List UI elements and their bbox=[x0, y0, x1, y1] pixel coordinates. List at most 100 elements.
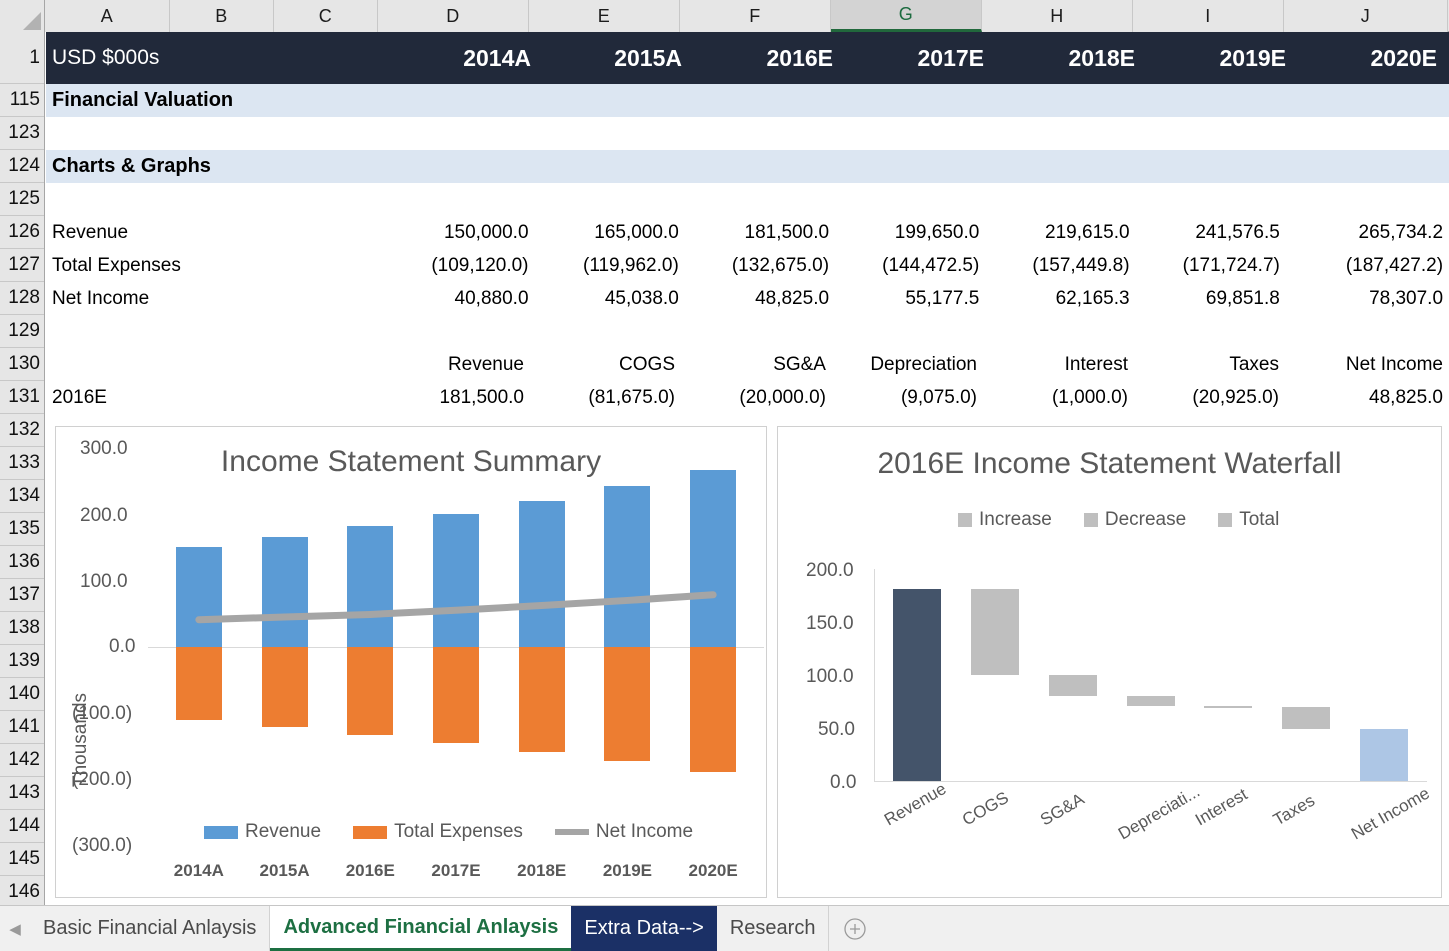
is-cell-2-6[interactable]: 78,307.0 bbox=[1286, 282, 1449, 315]
legend-item-revenue[interactable]: Revenue bbox=[204, 821, 321, 843]
legend-item-total[interactable]: Total bbox=[1218, 509, 1279, 531]
waterfall-bar-taxes[interactable] bbox=[1282, 707, 1331, 730]
legend-item-increase[interactable]: Increase bbox=[958, 509, 1052, 531]
row-header-126[interactable]: 126 bbox=[0, 216, 44, 249]
waterfall-bar-depreciati[interactable] bbox=[1126, 696, 1175, 706]
sheet-tab-basic-financial-anlaysis[interactable]: Basic Financial Anlaysis bbox=[30, 906, 271, 951]
wf-value-4[interactable]: (1,000.0) bbox=[983, 381, 1134, 414]
add-sheet-button[interactable] bbox=[829, 906, 881, 951]
row-header-130[interactable]: 130 bbox=[0, 348, 44, 381]
column-header-f[interactable]: F bbox=[680, 0, 831, 32]
column-header-c[interactable]: C bbox=[274, 0, 378, 32]
wf-value-0[interactable]: 181,500.0 bbox=[379, 381, 530, 414]
sheet-tab-extra-data[interactable]: Extra Data--> bbox=[571, 906, 717, 951]
row-header-1[interactable]: 1 bbox=[0, 32, 44, 84]
wf-header-4[interactable]: Interest bbox=[983, 348, 1134, 381]
wf-value-3[interactable]: (9,075.0) bbox=[832, 381, 983, 414]
row-header-125[interactable]: 125 bbox=[0, 183, 44, 216]
column-header-d[interactable]: D bbox=[378, 0, 529, 32]
column-header-b[interactable]: B bbox=[170, 0, 274, 32]
row-header-141[interactable]: 141 bbox=[0, 711, 44, 744]
is-row-label-2[interactable]: Net Income bbox=[46, 282, 384, 315]
wf-header-2[interactable]: SG&A bbox=[681, 348, 832, 381]
row-header-128[interactable]: 128 bbox=[0, 282, 44, 315]
is-cell-0-1[interactable]: 165,000.0 bbox=[535, 216, 685, 249]
cell-g1-year[interactable]: 2017E bbox=[839, 32, 990, 84]
row-header-140[interactable]: 140 bbox=[0, 678, 44, 711]
is-cell-0-3[interactable]: 199,650.0 bbox=[835, 216, 985, 249]
wf-value-1[interactable]: (81,675.0) bbox=[530, 381, 681, 414]
chart-income-statement-summary[interactable]: Income Statement Summary 300.0 200.0 100… bbox=[55, 426, 767, 898]
row-header-138[interactable]: 138 bbox=[0, 612, 44, 645]
column-header-i[interactable]: I bbox=[1133, 0, 1284, 32]
is-cell-0-6[interactable]: 265,734.2 bbox=[1286, 216, 1449, 249]
column-header-g[interactable]: G bbox=[831, 0, 982, 32]
wf-value-2[interactable]: (20,000.0) bbox=[681, 381, 832, 414]
chart-income-statement-waterfall[interactable]: 2016E Income Statement Waterfall Increas… bbox=[777, 426, 1442, 898]
cell-a1-unit-label[interactable]: USD $000s bbox=[46, 32, 386, 84]
legend-item-total-expenses[interactable]: Total Expenses bbox=[353, 821, 523, 843]
row-header-145[interactable]: 145 bbox=[0, 843, 44, 876]
cell-i1-year[interactable]: 2019E bbox=[1141, 32, 1292, 84]
column-header-a[interactable]: A bbox=[45, 0, 170, 32]
row-header-139[interactable]: 139 bbox=[0, 645, 44, 678]
wf-value-5[interactable]: (20,925.0) bbox=[1134, 381, 1285, 414]
is-cell-1-4[interactable]: (157,449.8) bbox=[985, 249, 1135, 282]
is-cell-2-4[interactable]: 62,165.3 bbox=[985, 282, 1135, 315]
is-cell-2-0[interactable]: 40,880.0 bbox=[384, 282, 534, 315]
select-all-corner[interactable] bbox=[0, 0, 45, 32]
is-cell-2-1[interactable]: 45,038.0 bbox=[535, 282, 685, 315]
cell-a130-blank[interactable] bbox=[46, 348, 379, 381]
wf-header-3[interactable]: Depreciation bbox=[832, 348, 983, 381]
cell-a129-blank[interactable] bbox=[46, 315, 1449, 348]
is-cell-1-2[interactable]: (132,675.0) bbox=[685, 249, 835, 282]
tab-scroll-left-icon[interactable]: ◀ bbox=[0, 906, 30, 951]
cell-a124-section-title[interactable]: Charts & Graphs bbox=[46, 150, 1449, 183]
row-header-123[interactable]: 123 bbox=[0, 117, 44, 150]
cell-a125-blank[interactable] bbox=[46, 183, 1449, 216]
is-cell-1-6[interactable]: (187,427.2) bbox=[1286, 249, 1449, 282]
cell-d1-year[interactable]: 2014A bbox=[386, 32, 537, 84]
is-cell-0-2[interactable]: 181,500.0 bbox=[685, 216, 835, 249]
cell-j1-year[interactable]: 2020E bbox=[1292, 32, 1443, 84]
column-header-e[interactable]: E bbox=[529, 0, 680, 32]
row-header-135[interactable]: 135 bbox=[0, 513, 44, 546]
is-row-label-0[interactable]: Revenue bbox=[46, 216, 384, 249]
legend-item-decrease[interactable]: Decrease bbox=[1083, 509, 1186, 531]
legend-item-net-income[interactable]: Net Income bbox=[554, 821, 693, 843]
sheet-tab-advanced-financial-anlaysis[interactable]: Advanced Financial Anlaysis bbox=[270, 906, 572, 951]
wf-header-5[interactable]: Taxes bbox=[1134, 348, 1285, 381]
row-header-124[interactable]: 124 bbox=[0, 150, 44, 183]
row-header-127[interactable]: 127 bbox=[0, 249, 44, 282]
row-header-129[interactable]: 129 bbox=[0, 315, 44, 348]
waterfall-bar-cogs[interactable] bbox=[970, 588, 1019, 676]
is-cell-0-5[interactable]: 241,576.5 bbox=[1136, 216, 1286, 249]
is-row-label-1[interactable]: Total Expenses bbox=[46, 249, 384, 282]
cell-a123-blank[interactable] bbox=[46, 117, 1449, 150]
waterfall-bar-revenue[interactable] bbox=[892, 588, 941, 781]
row-header-136[interactable]: 136 bbox=[0, 546, 44, 579]
is-cell-1-0[interactable]: (109,120.0) bbox=[384, 249, 534, 282]
row-header-134[interactable]: 134 bbox=[0, 480, 44, 513]
row-header-144[interactable]: 144 bbox=[0, 810, 44, 843]
sheet-tab-research[interactable]: Research bbox=[716, 906, 830, 951]
cell-h1-year[interactable]: 2018E bbox=[990, 32, 1141, 84]
waterfall-bar-netincome[interactable] bbox=[1360, 729, 1409, 781]
wf-value-6[interactable]: 48,825.0 bbox=[1285, 381, 1449, 414]
column-header-j[interactable]: J bbox=[1284, 0, 1448, 32]
is-cell-0-4[interactable]: 219,615.0 bbox=[985, 216, 1135, 249]
row-header-132[interactable]: 132 bbox=[0, 414, 44, 447]
is-cell-2-3[interactable]: 55,177.5 bbox=[835, 282, 985, 315]
row-header-137[interactable]: 137 bbox=[0, 579, 44, 612]
row-header-142[interactable]: 142 bbox=[0, 744, 44, 777]
row-header-133[interactable]: 133 bbox=[0, 447, 44, 480]
wf-header-6[interactable]: Net Income bbox=[1285, 348, 1449, 381]
wf-header-1[interactable]: COGS bbox=[530, 348, 681, 381]
cell-a115-section-title[interactable]: Financial Valuation bbox=[46, 84, 1449, 117]
cell-f1-year[interactable]: 2016E bbox=[688, 32, 839, 84]
is-cell-2-2[interactable]: 48,825.0 bbox=[685, 282, 835, 315]
waterfall-bar-interest[interactable] bbox=[1204, 706, 1253, 708]
row-header-143[interactable]: 143 bbox=[0, 777, 44, 810]
cell-a131-row-label[interactable]: 2016E bbox=[46, 381, 379, 414]
waterfall-bar-sga[interactable] bbox=[1048, 675, 1097, 697]
